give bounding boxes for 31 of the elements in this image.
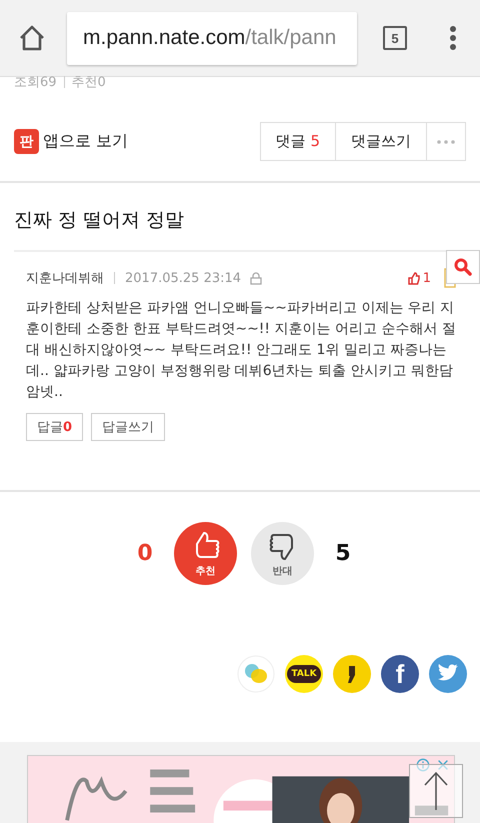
comment-text: 파카한테 상처받은 파카앰 언니오빠들~~파카버리고 이제는 우리 지훈이한테 소중한 한표 부탁드려엿~~!! 지훈이는 어리고 순수해서 절대 배신하지않아엿~~ 부탁드려요!! 안그래도 1위 밀리고 짜증나는데.. 얇파카랑 고양이 부정행위랑 데뷔6년차는 퇴출 안시키고 뭐한담암넷.. <box>26 299 456 402</box>
more-icon <box>437 140 455 144</box>
comment-author: 지훈나데뷔해 <box>26 270 104 287</box>
kakaostory-share-icon[interactable] <box>333 655 371 693</box>
address-field[interactable]: m.pann.nate.com/talk/pann <box>67 12 357 64</box>
app-logo-icon: 판 <box>14 129 39 154</box>
search-button[interactable] <box>446 250 480 284</box>
facebook-share-button[interactable]: f <box>381 655 419 693</box>
kakaotalk-share-button[interactable]: TALK <box>285 655 323 693</box>
oppose-total: 5 <box>334 541 352 566</box>
tab-count-button[interactable]: 5 <box>383 26 407 50</box>
close-icon[interactable] <box>436 758 450 772</box>
write-reply-button[interactable]: 답글쓰기 <box>91 413 166 441</box>
oppose-button[interactable]: 반대 <box>251 522 314 585</box>
scroll-to-top-button[interactable] <box>409 764 463 818</box>
recommend-total: 0 <box>136 541 154 566</box>
recommend-button[interactable]: 추천 <box>174 522 237 585</box>
bird-icon[interactable] <box>429 655 467 693</box>
info-icon[interactable] <box>416 758 430 772</box>
view-count: 조회69 <box>14 74 57 91</box>
app-view-link[interactable]: 판 앱으로 보기 <box>14 129 128 154</box>
replies-button[interactable]: 답글0 <box>26 413 84 441</box>
recommend-count: 추천0 <box>72 74 106 91</box>
post-title: 진짜 정 떨어져 정말 <box>14 208 186 233</box>
thumbs-up-icon[interactable] <box>408 272 420 284</box>
up-arrow-icon <box>423 771 449 811</box>
comment-date: 2017.05.25 23:14 <box>125 270 242 286</box>
lock-icon <box>250 272 262 284</box>
menu-icon[interactable] <box>449 25 457 51</box>
like-count: 1 <box>422 270 431 286</box>
search-icon <box>454 258 472 276</box>
